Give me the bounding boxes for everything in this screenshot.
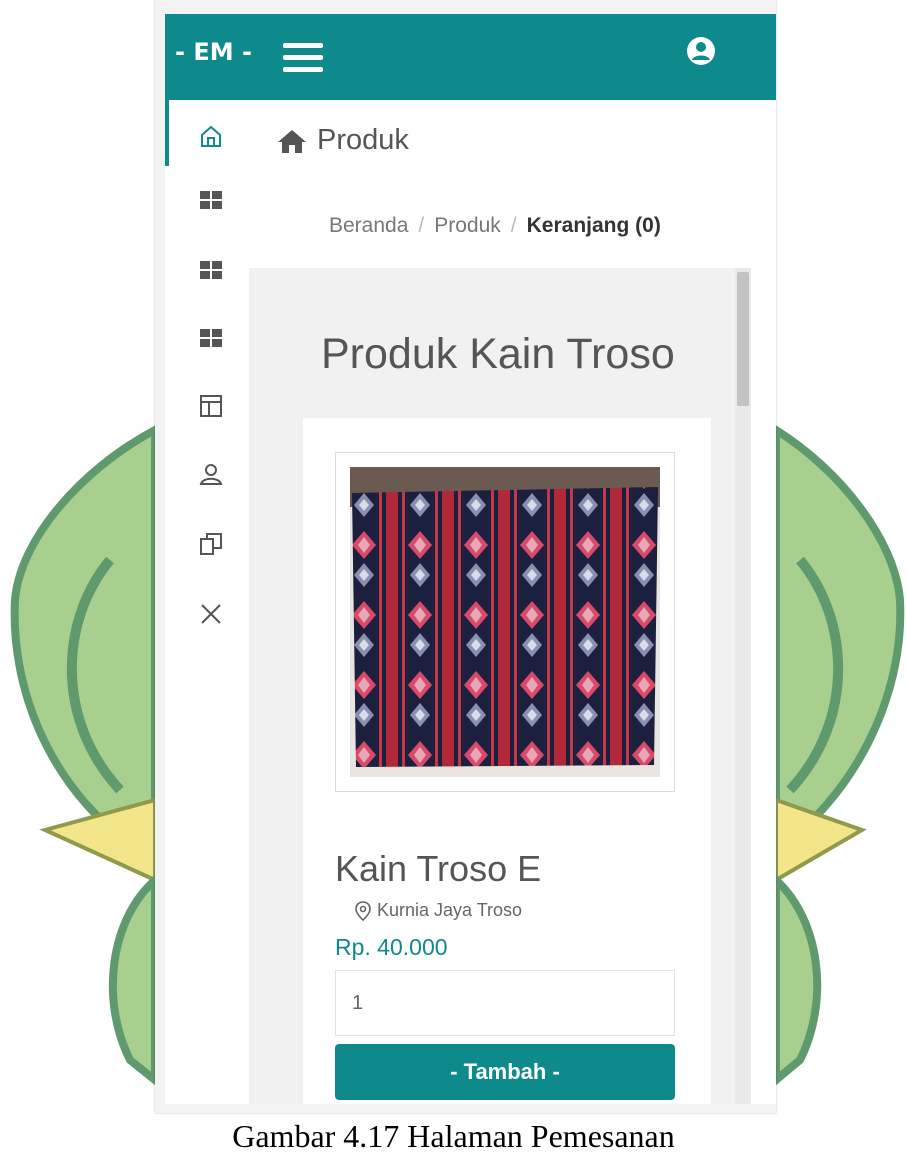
- scrollbar-thumb[interactable]: [737, 272, 749, 406]
- page-title-text: Produk: [317, 124, 409, 156]
- app-screen: - EM - Produk Beranda / Produk / Keranja…: [155, 0, 776, 1113]
- section-title: Produk Kain Troso: [321, 330, 675, 378]
- grid-icon[interactable]: [197, 256, 225, 284]
- page-title: Produk: [277, 124, 409, 157]
- product-price: Rp. 40.000: [335, 934, 448, 960]
- location-pin-icon: [355, 900, 371, 921]
- breadcrumb-products[interactable]: Produk: [434, 214, 501, 237]
- product-name[interactable]: Kain Troso E: [335, 848, 541, 890]
- home-icon[interactable]: [197, 122, 225, 150]
- user-icon[interactable]: [197, 460, 225, 488]
- close-icon[interactable]: [197, 600, 225, 628]
- main-content: Produk Beranda / Produk / Keranjang (0) Prod…: [249, 100, 776, 1104]
- brand-logo[interactable]: - EM -: [175, 38, 252, 66]
- active-indicator: [165, 100, 169, 166]
- woven-fabric-image: [350, 467, 660, 777]
- hamburger-icon[interactable]: [283, 41, 323, 75]
- layout-icon[interactable]: [197, 392, 225, 420]
- copy-icon[interactable]: [197, 530, 225, 558]
- sidebar: [165, 100, 249, 1104]
- store-name: Kurnia Jaya Troso: [377, 900, 523, 920]
- user-circle-icon[interactable]: [686, 36, 716, 66]
- top-navbar: - EM -: [165, 14, 776, 100]
- grid-icon[interactable]: [197, 186, 225, 214]
- breadcrumb: Beranda / Produk / Keranjang (0): [329, 214, 661, 237]
- breadcrumb-home[interactable]: Beranda: [329, 214, 408, 237]
- figure-caption: Gambar 4.17 Halaman Pemesanan: [232, 1118, 675, 1154]
- breadcrumb-cart[interactable]: Keranjang (0): [527, 214, 661, 237]
- product-card: Kain Troso E Kurnia Jaya Troso Rp. 40.00…: [303, 418, 711, 1104]
- add-to-cart-button[interactable]: - Tambah -: [335, 1044, 675, 1100]
- quantity-input[interactable]: [335, 970, 675, 1036]
- grid-icon[interactable]: [197, 324, 225, 352]
- product-image-frame[interactable]: [335, 452, 675, 792]
- scrollbar[interactable]: [735, 268, 751, 1104]
- home-icon: [278, 129, 306, 153]
- store-info: Kurnia Jaya Troso: [355, 900, 522, 921]
